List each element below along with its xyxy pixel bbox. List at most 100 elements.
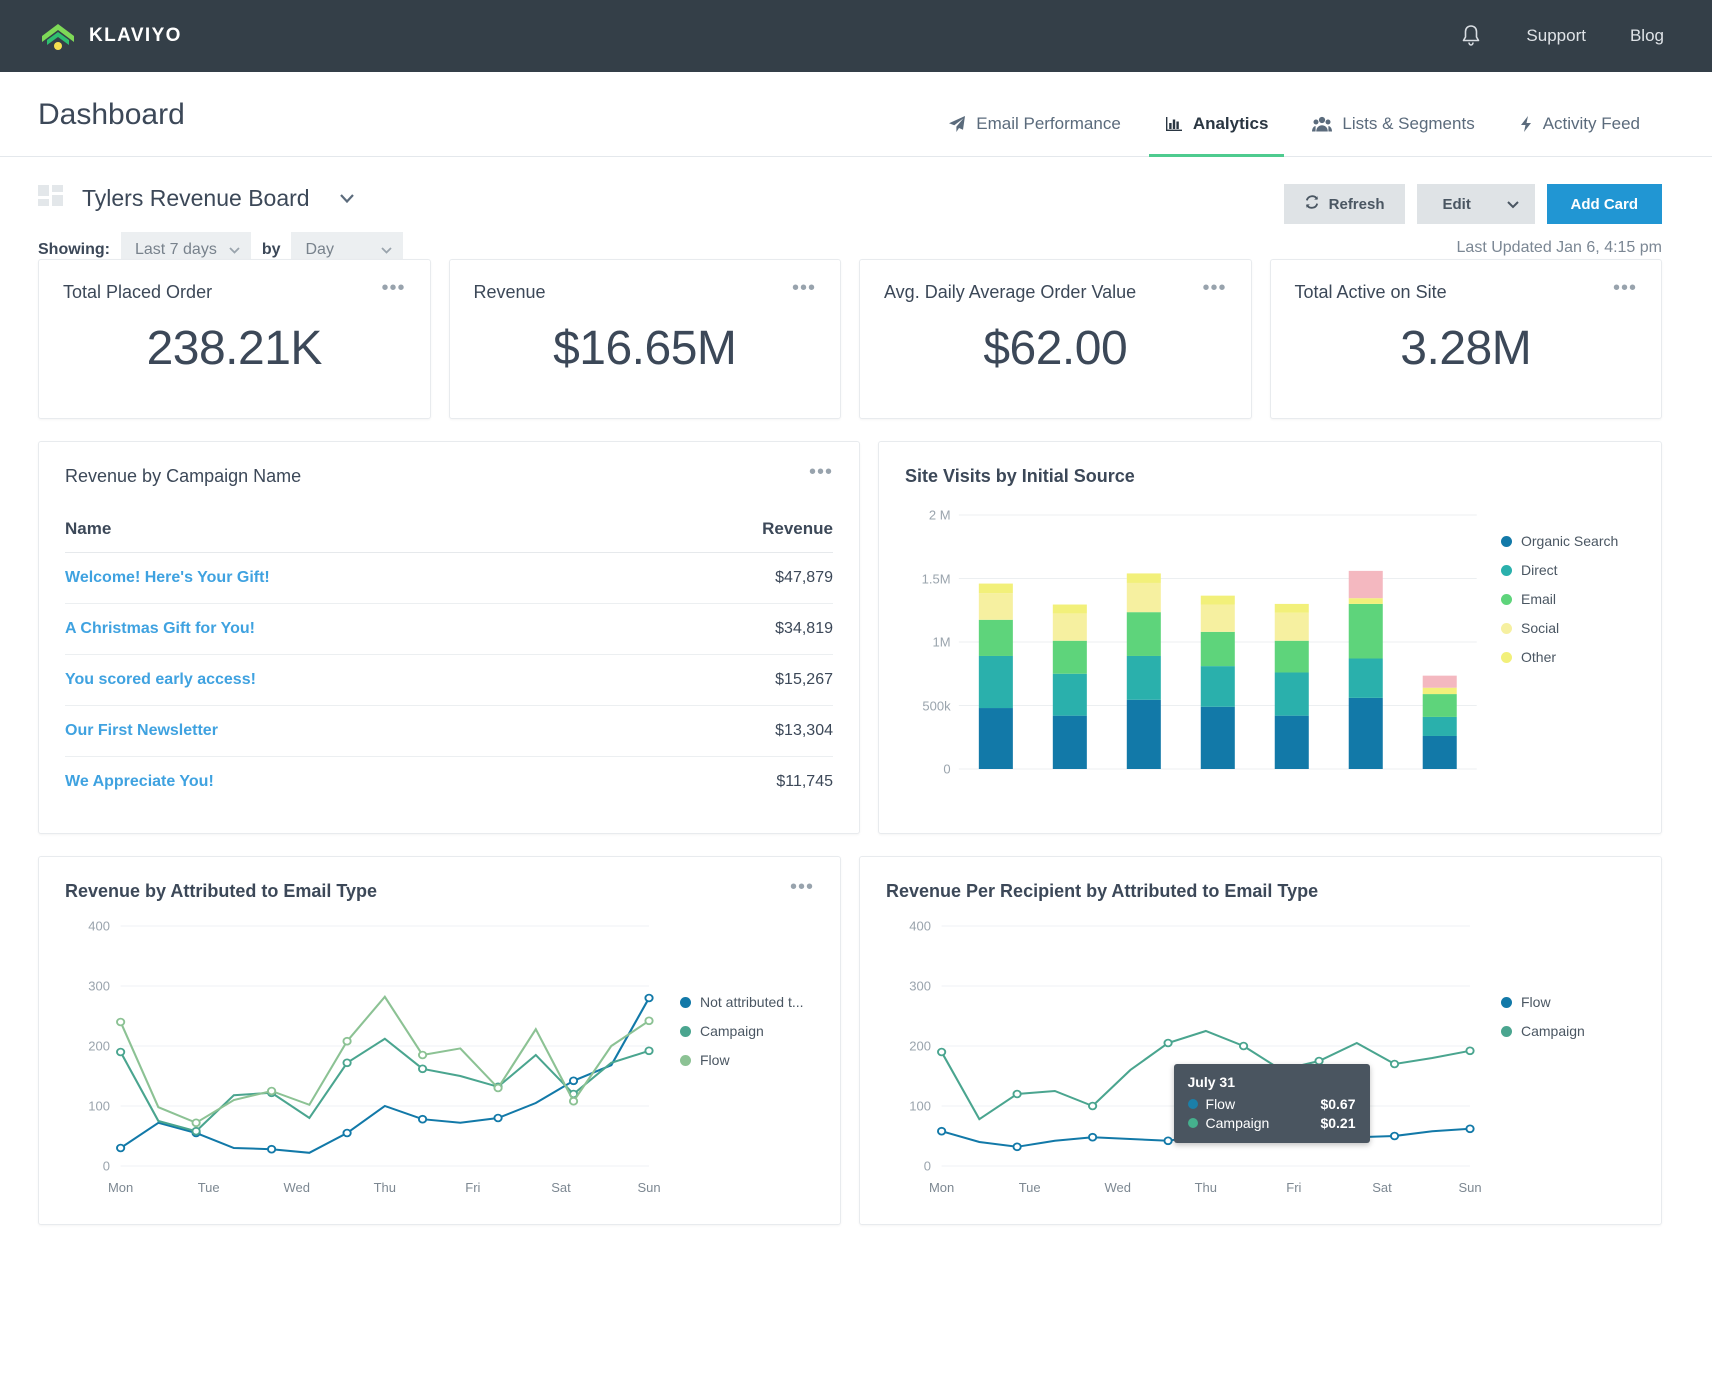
campaign-name-link[interactable]: Welcome! Here's Your Gift! bbox=[65, 552, 636, 604]
campaign-revenue-value: $34,819 bbox=[635, 603, 833, 655]
x-axis-tick-label: Sat bbox=[1372, 1180, 1392, 1195]
card-title: Avg. Daily Average Order Value bbox=[884, 282, 1137, 302]
card-options-icon[interactable]: ••• bbox=[809, 462, 833, 482]
brand-logo-group[interactable]: KLAVIYO bbox=[38, 19, 182, 53]
legend-color-dot bbox=[1501, 651, 1512, 663]
legend-item[interactable]: Flow bbox=[680, 1052, 814, 1068]
stat-value: $16.65M bbox=[553, 322, 737, 375]
legend-item[interactable]: Email bbox=[1501, 591, 1635, 607]
legend-label: Other bbox=[1521, 649, 1557, 665]
card-options-icon[interactable]: ••• bbox=[381, 278, 405, 298]
legend-item[interactable]: Flow bbox=[1501, 994, 1635, 1010]
tab-label: Lists & Segments bbox=[1342, 114, 1475, 133]
x-axis-tick-label: Tue bbox=[1018, 1180, 1041, 1195]
tooltip-row: Campaign $0.21 bbox=[1187, 1115, 1356, 1131]
campaign-revenue-value: $13,304 bbox=[635, 705, 833, 757]
legend-item[interactable]: Not attributed t... bbox=[680, 994, 814, 1010]
legend-color-dot bbox=[1501, 593, 1512, 605]
showing-label: Showing: bbox=[38, 241, 110, 258]
x-axis-tick-label: Sun bbox=[1458, 1180, 1482, 1195]
card-title: Total Placed Order bbox=[63, 282, 213, 302]
y-axis-tick-label: 0 bbox=[943, 761, 951, 777]
x-axis-tick-label: Fri bbox=[1286, 1180, 1302, 1195]
stat-card-avg-daily-aov: Avg. Daily Average Order Value ••• $62.0… bbox=[859, 259, 1252, 419]
chart-tooltip: July 31 Flow $0.67 Campaign $0.21 bbox=[1173, 1064, 1370, 1143]
legend-item[interactable]: Campaign bbox=[1501, 1023, 1635, 1039]
campaign-name-link[interactable]: We Appreciate You! bbox=[65, 757, 636, 808]
stat-card-revenue: Revenue ••• $16.65M bbox=[448, 259, 841, 419]
campaign-revenue-value: $47,879 bbox=[635, 552, 833, 604]
card-revenue-per-recipient: Revenue Per Recipient by Attributed to E… bbox=[859, 856, 1662, 1225]
third-card-row: Revenue by Attributed to Email Type ••• … bbox=[38, 856, 1662, 1225]
blog-link[interactable]: Blog bbox=[1630, 26, 1664, 46]
tab-email-performance[interactable]: Email Performance bbox=[926, 114, 1143, 156]
legend-item[interactable]: Other bbox=[1501, 649, 1635, 665]
tooltip-series-label: Flow bbox=[1205, 1096, 1236, 1112]
edit-button[interactable]: Edit bbox=[1416, 184, 1535, 224]
column-header-name: Name bbox=[65, 519, 636, 553]
legend-color-dot bbox=[680, 996, 691, 1008]
bell-icon[interactable] bbox=[1460, 24, 1482, 48]
tab-activity-feed[interactable]: Activity Feed bbox=[1497, 114, 1662, 156]
card-site-visits-by-initial-source: Site Visits by Initial Source 0 500k 1M 1.5… bbox=[878, 441, 1662, 834]
legend-item[interactable]: Organic Search bbox=[1501, 533, 1635, 549]
tab-label: Activity Feed bbox=[1542, 114, 1640, 133]
card-header: Avg. Daily Average Order Value ••• bbox=[884, 278, 1227, 303]
paper-plane-icon bbox=[948, 115, 966, 133]
y-axis-tick-label: 1.5M bbox=[921, 571, 951, 586]
card-options-icon[interactable]: ••• bbox=[792, 278, 816, 298]
legend-label: Email bbox=[1521, 591, 1557, 607]
x-axis-tick-label: Wed bbox=[1104, 1180, 1132, 1195]
card-options-icon[interactable]: ••• bbox=[790, 877, 814, 897]
stat-card-row: Total Placed Order ••• 238.21K Revenue •… bbox=[38, 259, 1662, 419]
campaign-revenue-value: $15,267 bbox=[635, 654, 833, 706]
support-link[interactable]: Support bbox=[1526, 26, 1586, 46]
add-card-button[interactable]: Add Card bbox=[1546, 184, 1662, 224]
stacked-bar-chart: 0 500k 1M 1.5M 2 M bbox=[905, 493, 1485, 793]
table-row: Welcome! Here's Your Gift! $47,879 bbox=[65, 552, 833, 604]
campaign-name-link[interactable]: A Christmas Gift for You! bbox=[65, 603, 636, 655]
legend-item[interactable]: Social bbox=[1501, 620, 1635, 636]
legend-item[interactable]: Campaign bbox=[680, 1023, 814, 1039]
stat-card-total-placed-order: Total Placed Order ••• 238.21K bbox=[38, 259, 431, 419]
y-axis-tick-label: 200 bbox=[88, 1038, 110, 1054]
refresh-button[interactable]: Refresh bbox=[1283, 184, 1405, 224]
card-header: Total Placed Order ••• bbox=[63, 278, 406, 303]
board-menu-chevron-down-icon[interactable] bbox=[336, 187, 358, 209]
chart-title: Site Visits by Initial Source bbox=[905, 466, 1135, 486]
line-chart: 0 100 200 300 400 Mon Tue Wed Thu Fri Sat Sun bbox=[65, 908, 664, 1208]
table-body: Welcome! Here's Your Gift! $47,879 A Chris… bbox=[65, 552, 833, 808]
card-title: Revenue bbox=[473, 282, 546, 302]
tooltip-series-label: Campaign bbox=[1205, 1115, 1270, 1131]
legend-color-dot bbox=[1501, 535, 1512, 547]
legend-color-dot bbox=[1501, 1025, 1512, 1037]
chart-body: 0 500k 1M 1.5M 2 M Organic Search Direct Email… bbox=[905, 493, 1635, 793]
board-toolbar: Tylers Revenue Board Showing: Last 7 day… bbox=[0, 157, 1712, 268]
tooltip-date: July 31 bbox=[1187, 1074, 1235, 1090]
legend-label: Organic Search bbox=[1521, 533, 1619, 549]
board-name: Tylers Revenue Board bbox=[82, 184, 310, 211]
card-options-icon[interactable]: ••• bbox=[1613, 278, 1637, 298]
top-navigation-bar: KLAVIYO Support Blog bbox=[0, 0, 1712, 72]
lightning-icon bbox=[1519, 115, 1533, 133]
campaign-name-link[interactable]: You scored early access! bbox=[65, 654, 636, 706]
x-axis-tick-label: Thu bbox=[1194, 1180, 1218, 1195]
chevron-down-icon bbox=[229, 241, 240, 259]
card-options-icon[interactable]: ••• bbox=[1202, 278, 1226, 298]
klaviyo-logo-icon bbox=[38, 19, 78, 53]
x-axis-tick-label: Tue bbox=[197, 1180, 220, 1195]
campaign-name-link[interactable]: Our First Newsletter bbox=[65, 705, 636, 757]
edit-label: Edit bbox=[1442, 195, 1471, 213]
legend-label: Campaign bbox=[1521, 1023, 1585, 1039]
tab-lists-segments[interactable]: Lists & Segments bbox=[1290, 114, 1496, 156]
last-updated-text: Last Updated Jan 6, 4:15 pm bbox=[1456, 239, 1662, 256]
legend-color-dot bbox=[1501, 564, 1512, 576]
tooltip-row: Flow $0.67 bbox=[1187, 1096, 1356, 1112]
y-axis-tick-label: 1M bbox=[932, 634, 951, 650]
legend-item[interactable]: Direct bbox=[1501, 562, 1635, 578]
board-actions: Refresh Edit Add Card bbox=[1283, 184, 1662, 224]
line-chart: 0 100 200 300 400 Mon Tue Wed Thu Fri Sat Sun July 3… bbox=[886, 908, 1485, 1208]
tooltip-color-dot bbox=[1187, 1099, 1198, 1109]
tab-analytics[interactable]: Analytics bbox=[1143, 114, 1291, 157]
chart-title: Revenue Per Recipient by Attributed to E… bbox=[886, 881, 1319, 901]
